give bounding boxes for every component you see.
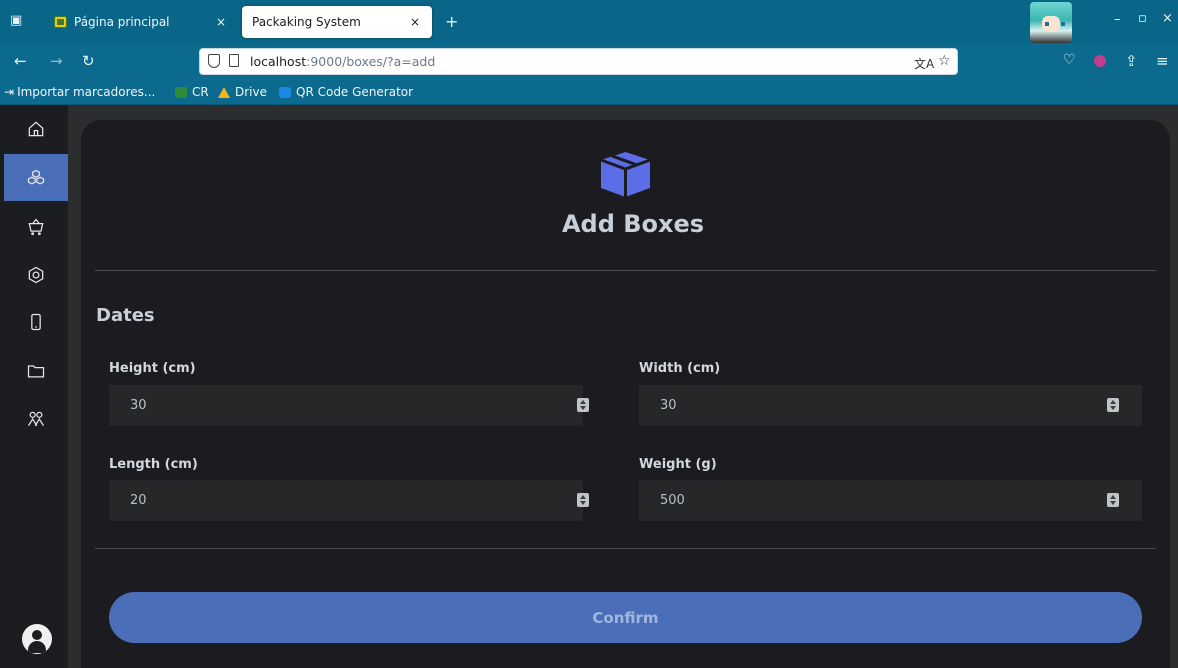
user-profile-icon[interactable] <box>22 624 52 654</box>
tab-list-icon[interactable]: ▣ <box>10 13 22 28</box>
divider-bottom <box>95 548 1156 549</box>
weight-input[interactable] <box>639 480 1142 521</box>
confirm-button[interactable]: Confirm <box>109 592 1142 643</box>
menu-icon[interactable]: ≡ <box>1156 52 1169 70</box>
home-icon <box>28 121 44 136</box>
bookmark-star-icon[interactable]: ☆ <box>938 53 951 69</box>
app-sidebar <box>0 105 68 668</box>
tab-favicon-icon <box>54 16 67 28</box>
page-info-icon[interactable] <box>229 54 239 67</box>
tab-close-icon[interactable]: × <box>216 15 226 29</box>
profile-avatar-image[interactable] <box>1030 2 1072 43</box>
sidebar-item-home[interactable] <box>4 105 68 152</box>
restore-icon[interactable]: ▫ <box>1138 11 1147 26</box>
extension-icon[interactable] <box>1094 55 1106 67</box>
bookmark-import[interactable]: ⇥ Importar marcadores... <box>4 85 155 99</box>
width-input[interactable] <box>639 385 1142 426</box>
height-stepper-icon[interactable] <box>577 398 589 412</box>
forward-icon[interactable]: → <box>50 52 63 70</box>
height-input[interactable] <box>109 385 583 426</box>
divider-top <box>95 270 1156 271</box>
section-title: Dates <box>96 305 155 326</box>
width-stepper-icon[interactable] <box>1107 398 1119 412</box>
length-input[interactable] <box>109 480 583 521</box>
tab-label: Página principal <box>74 15 170 29</box>
bookmark-cr[interactable]: CR <box>175 85 209 99</box>
bookmark-drive[interactable]: Drive <box>218 85 267 99</box>
import-icon: ⇥ <box>4 85 15 99</box>
sidebar-item-users[interactable] <box>4 395 68 442</box>
tab-close-icon[interactable]: × <box>410 15 420 29</box>
sidebar-item-device[interactable] <box>4 298 68 345</box>
pocket-icon[interactable]: ♡ <box>1063 52 1076 68</box>
new-tab-button[interactable]: + <box>445 12 458 31</box>
cr-icon <box>175 86 187 98</box>
sidebar-item-folder[interactable] <box>4 347 68 394</box>
address-bar[interactable]: localhost:9000/boxes/?a=add 文A ☆ <box>199 48 958 75</box>
minimize-icon[interactable]: – <box>1114 12 1121 27</box>
weight-stepper-icon[interactable] <box>1107 493 1119 507</box>
sidebar-item-boxes[interactable] <box>4 154 68 201</box>
boxes-icon <box>27 169 45 185</box>
qr-icon <box>279 86 291 98</box>
width-label: Width (cm) <box>639 361 721 376</box>
box-icon <box>600 152 651 197</box>
tab-label: Packaking System <box>252 15 361 29</box>
tab-pagina-principal[interactable]: Página principal × <box>48 6 238 38</box>
close-window-icon[interactable]: × <box>1162 11 1173 26</box>
bookmarks-bar: ⇥ Importar marcadores... CR Drive QR Cod… <box>0 80 1178 105</box>
length-stepper-icon[interactable] <box>577 493 589 507</box>
url-text[interactable]: localhost:9000/boxes/?a=add <box>250 54 435 69</box>
hexagon-icon <box>28 266 44 283</box>
translate-icon[interactable]: 文A <box>914 55 934 72</box>
phone-icon <box>31 313 41 330</box>
folder-icon <box>27 364 45 377</box>
users-icon <box>27 411 45 426</box>
share-icon[interactable]: ⇪ <box>1125 52 1138 70</box>
tab-packaking-system[interactable]: Packaking System × <box>242 6 432 38</box>
reload-icon[interactable]: ↻ <box>82 52 95 70</box>
weight-label: Weight (g) <box>639 457 717 472</box>
drive-icon <box>218 86 230 98</box>
height-label: Height (cm) <box>109 361 196 376</box>
length-label: Length (cm) <box>109 457 198 472</box>
bookmark-qr-code-generator[interactable]: QR Code Generator <box>279 85 413 99</box>
page-title: Add Boxes <box>561 210 705 238</box>
browser-tab-bar: ▣ Página principal × Packaking System × … <box>0 0 1178 43</box>
sidebar-item-settings[interactable] <box>4 251 68 298</box>
shield-icon[interactable] <box>208 54 220 68</box>
back-icon[interactable]: ← <box>14 52 27 70</box>
